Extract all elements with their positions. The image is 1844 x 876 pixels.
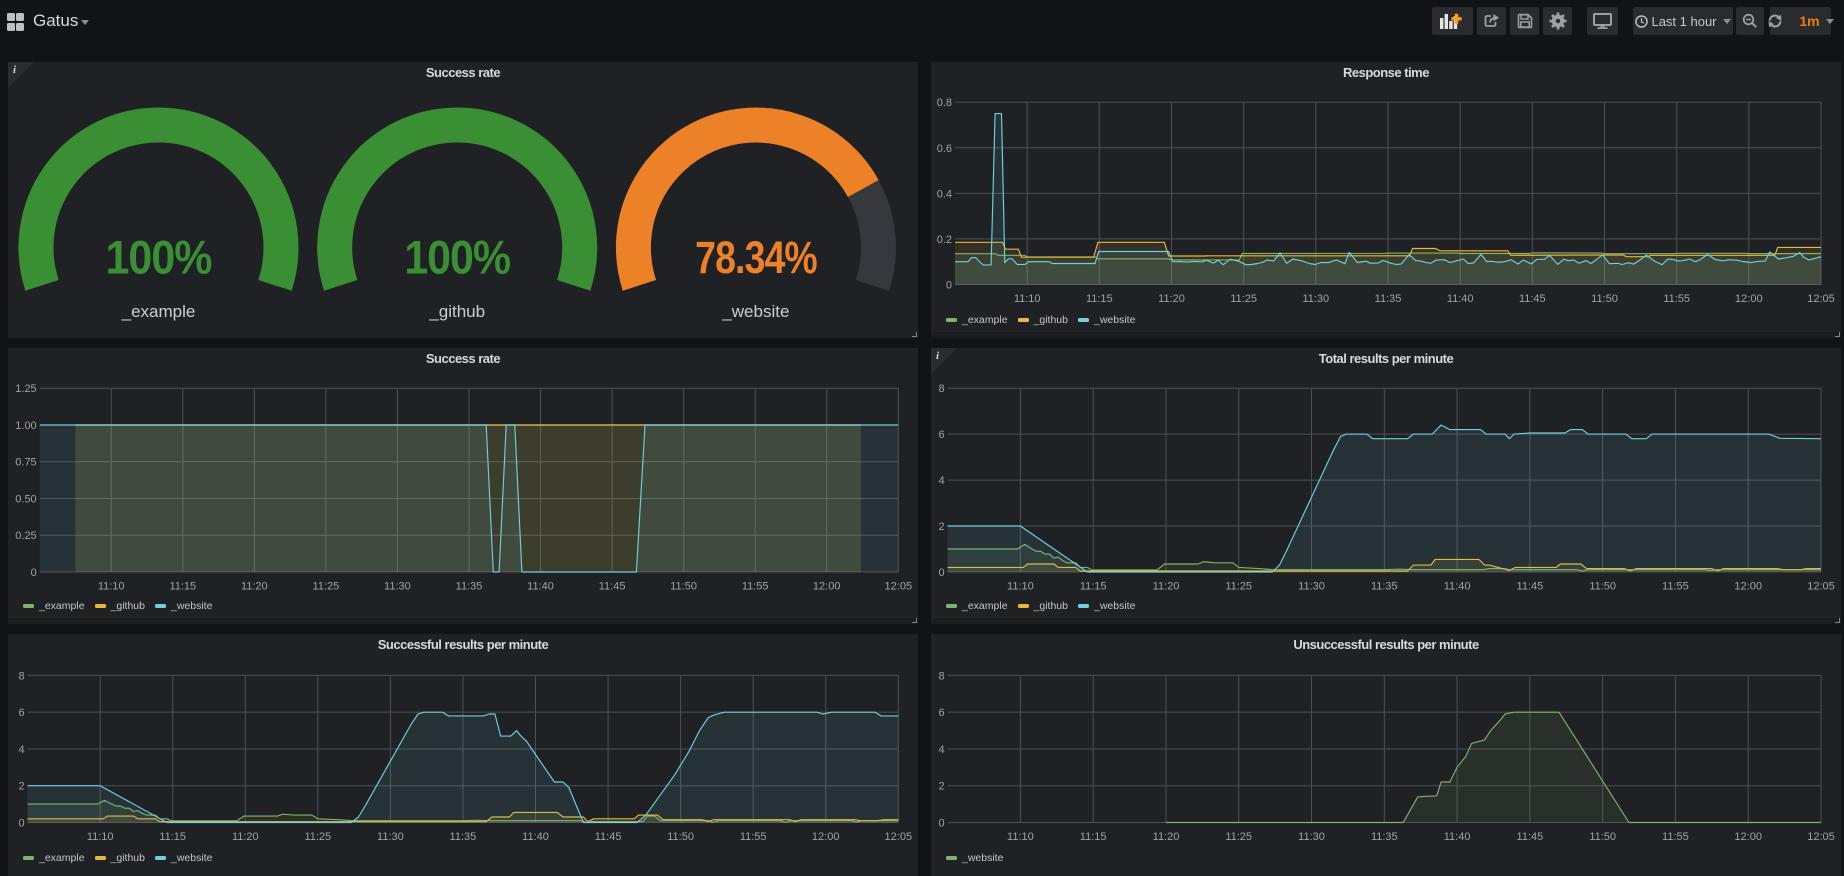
svg-text:12:00: 12:00 (1734, 831, 1762, 843)
svg-text:11:30: 11:30 (384, 581, 411, 593)
svg-text:11:55: 11:55 (1662, 581, 1689, 593)
svg-text:11:35: 11:35 (1371, 581, 1398, 593)
svg-text:11:35: 11:35 (450, 831, 477, 843)
svg-text:11:45: 11:45 (1517, 831, 1544, 843)
svg-text:11:20: 11:20 (1158, 293, 1185, 305)
svg-text:11:15: 11:15 (1086, 293, 1113, 305)
svg-text:6: 6 (938, 707, 944, 719)
svg-text:1.00: 1.00 (15, 420, 36, 432)
svg-text:12:05: 12:05 (885, 581, 913, 593)
svg-text:11:45: 11:45 (1517, 581, 1544, 593)
svg-text:8: 8 (18, 670, 24, 682)
svg-text:11:15: 11:15 (1080, 581, 1107, 593)
svg-text:0: 0 (18, 818, 24, 830)
svg-text:11:35: 11:35 (1371, 831, 1398, 843)
svg-text:0.2: 0.2 (937, 234, 952, 246)
svg-text:11:25: 11:25 (1225, 831, 1252, 843)
svg-text:11:25: 11:25 (1230, 293, 1257, 305)
svg-text:8: 8 (938, 383, 944, 395)
svg-text:1.25: 1.25 (15, 383, 36, 395)
svg-text:0.6: 0.6 (937, 143, 952, 155)
svg-text:11:45: 11:45 (595, 831, 622, 843)
svg-text:11:30: 11:30 (1298, 581, 1325, 593)
svg-text:11:20: 11:20 (1153, 581, 1180, 593)
svg-text:0: 0 (31, 567, 37, 579)
svg-text:11:55: 11:55 (740, 831, 767, 843)
svg-text:11:40: 11:40 (1444, 831, 1471, 843)
svg-text:0.50: 0.50 (15, 494, 36, 506)
svg-text:11:40: 11:40 (527, 581, 554, 593)
svg-text:11:50: 11:50 (1589, 581, 1616, 593)
svg-text:11:55: 11:55 (1663, 293, 1690, 305)
svg-text:4: 4 (938, 475, 944, 487)
svg-text:11:45: 11:45 (1519, 293, 1546, 305)
svg-text:11:30: 11:30 (377, 831, 404, 843)
svg-text:0.75: 0.75 (15, 457, 36, 469)
svg-text:11:10: 11:10 (98, 581, 125, 593)
svg-text:8: 8 (938, 670, 944, 682)
svg-text:11:55: 11:55 (1662, 831, 1689, 843)
svg-text:11:30: 11:30 (1298, 831, 1325, 843)
svg-text:11:10: 11:10 (1007, 581, 1034, 593)
svg-text:12:00: 12:00 (1734, 581, 1762, 593)
svg-text:2: 2 (938, 521, 944, 533)
svg-text:11:50: 11:50 (670, 581, 697, 593)
svg-text:11:35: 11:35 (456, 581, 483, 593)
svg-text:4: 4 (18, 744, 24, 756)
svg-text:11:10: 11:10 (1014, 293, 1041, 305)
svg-text:0.8: 0.8 (937, 97, 952, 109)
svg-text:11:40: 11:40 (1447, 293, 1474, 305)
svg-text:11:50: 11:50 (667, 831, 694, 843)
svg-text:11:20: 11:20 (1153, 831, 1180, 843)
svg-text:0: 0 (938, 818, 944, 830)
svg-text:0.4: 0.4 (937, 188, 952, 200)
svg-text:11:20: 11:20 (232, 831, 259, 843)
svg-text:4: 4 (938, 744, 944, 756)
svg-text:12:05: 12:05 (1807, 581, 1835, 593)
svg-text:6: 6 (18, 707, 24, 719)
svg-text:11:40: 11:40 (1444, 581, 1471, 593)
svg-text:11:10: 11:10 (87, 831, 114, 843)
svg-text:12:05: 12:05 (1807, 293, 1835, 305)
svg-text:11:15: 11:15 (1080, 831, 1107, 843)
svg-text:11:40: 11:40 (522, 831, 549, 843)
svg-text:12:00: 12:00 (812, 831, 840, 843)
svg-text:11:55: 11:55 (742, 581, 769, 593)
svg-text:11:35: 11:35 (1375, 293, 1402, 305)
svg-text:11:25: 11:25 (304, 831, 331, 843)
svg-text:11:25: 11:25 (313, 581, 340, 593)
svg-text:11:30: 11:30 (1302, 293, 1329, 305)
svg-text:11:50: 11:50 (1591, 293, 1618, 305)
svg-text:0: 0 (946, 280, 952, 292)
svg-text:11:15: 11:15 (159, 831, 186, 843)
svg-text:2: 2 (938, 781, 944, 793)
svg-text:11:15: 11:15 (169, 581, 196, 593)
svg-text:12:00: 12:00 (1735, 293, 1763, 305)
svg-text:12:00: 12:00 (813, 581, 841, 593)
svg-text:6: 6 (938, 429, 944, 441)
svg-text:0.25: 0.25 (15, 530, 36, 542)
svg-text:12:05: 12:05 (1807, 831, 1835, 843)
svg-text:12:05: 12:05 (885, 831, 913, 843)
svg-text:2: 2 (18, 781, 24, 793)
svg-text:11:10: 11:10 (1007, 831, 1034, 843)
svg-text:11:45: 11:45 (599, 581, 626, 593)
svg-text:0: 0 (938, 567, 944, 579)
svg-text:11:25: 11:25 (1225, 581, 1252, 593)
svg-text:11:20: 11:20 (241, 581, 268, 593)
svg-text:11:50: 11:50 (1589, 831, 1616, 843)
